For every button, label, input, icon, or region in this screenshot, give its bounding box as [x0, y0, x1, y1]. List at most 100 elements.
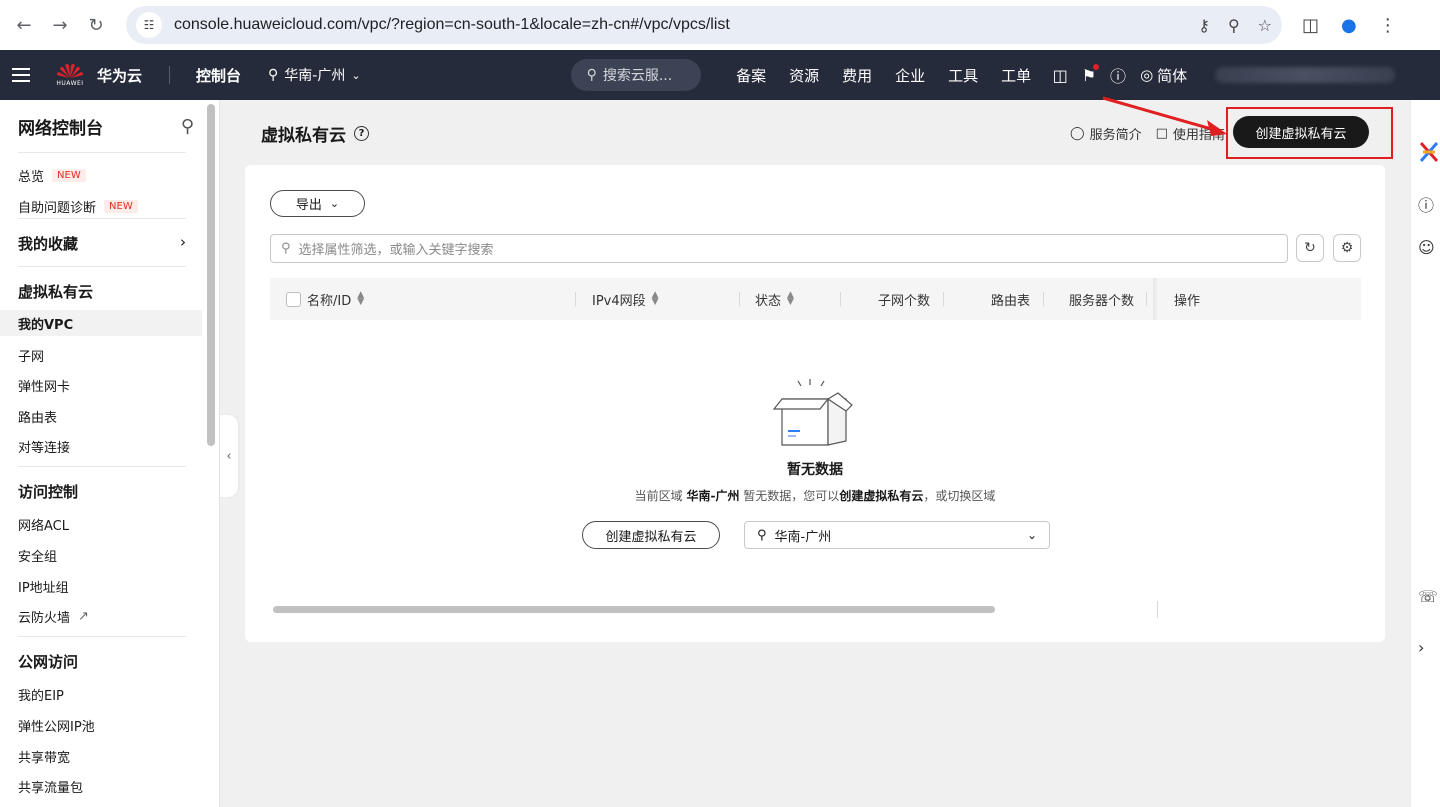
sidebar-item-bandwidth[interactable]: 共享带宽	[18, 747, 70, 766]
account-name-blurred[interactable]	[1215, 67, 1396, 83]
forward-icon[interactable]: →	[42, 7, 78, 43]
ai-assistant-icon[interactable]	[1418, 140, 1440, 164]
column-server-count: 服务器个数	[1069, 293, 1135, 309]
fixed-column-divider	[1157, 601, 1158, 618]
console-link[interactable]: 控制台	[196, 65, 241, 86]
eye-icon: ◯	[1070, 126, 1085, 141]
column-divider	[1043, 292, 1044, 306]
sidebar-divider	[18, 266, 186, 267]
filter-search-input[interactable]: ⚲ 选择属性筛选，或输入关键字搜索	[270, 234, 1288, 263]
sidebar-item-eni[interactable]: 弹性网卡	[18, 376, 70, 395]
zoom-icon[interactable]: ⚲	[1228, 16, 1240, 35]
top-menu-billing[interactable]: 费用	[831, 65, 884, 86]
extensions-icon[interactable]: ◫	[1302, 15, 1319, 36]
brand-name[interactable]: 华为云	[97, 65, 142, 86]
column-route-table: 路由表	[991, 293, 1031, 309]
notification-bell-icon[interactable]: ⚑	[1082, 63, 1100, 85]
select-all-checkbox[interactable]	[286, 291, 301, 307]
sidebar-item-security-group[interactable]: 安全组	[18, 546, 57, 565]
address-bar[interactable]: ☷ console.huaweicloud.com/vpc/?region=cn…	[126, 6, 1282, 44]
sidebar-item-eip[interactable]: 我的EIP	[18, 685, 64, 704]
table-horizontal-scrollbar[interactable]	[273, 606, 995, 613]
chevron-down-icon: ⌄	[1026, 528, 1037, 542]
refresh-button[interactable]: ↻	[1296, 234, 1324, 262]
sidebar-item-route-table[interactable]: 路由表	[18, 407, 57, 426]
cloud-shell-icon[interactable]: ◫	[1053, 66, 1068, 85]
settings-button[interactable]: ⚙	[1333, 234, 1361, 262]
empty-state: 暂无数据 当前区域 华南-广州 暂无数据，您可以创建虚拟私有云，或切换区域	[245, 375, 1385, 504]
sidebar-divider	[18, 636, 186, 637]
language-switch[interactable]: ◎ 简体	[1140, 65, 1187, 86]
menu-dots-icon[interactable]: ⋮	[1379, 15, 1397, 36]
location-pin-icon: ⚲	[268, 67, 279, 83]
column-actions: 操作	[1174, 293, 1201, 309]
refresh-icon: ↻	[1304, 240, 1316, 256]
bookmark-star-icon[interactable]: ☆	[1258, 16, 1272, 35]
sidebar-section-vpc: 虚拟私有云	[18, 283, 94, 301]
top-menu-enterprise[interactable]: 企业	[884, 65, 937, 86]
help-circle-icon[interactable]: ?	[354, 126, 369, 141]
export-label: 导出	[295, 198, 322, 213]
headset-support-icon[interactable]: ☏	[1418, 587, 1438, 606]
page-title: 虚拟私有云 ?	[261, 121, 369, 146]
annotation-arrow-icon	[1102, 96, 1227, 136]
logo-wordmark: HUAWEI	[56, 80, 84, 87]
top-menu-filing[interactable]: 备案	[725, 65, 778, 86]
sidebar-item-ip-group[interactable]: IP地址组	[18, 577, 69, 596]
empty-create-vpc-button[interactable]: 创建虚拟私有云	[582, 521, 720, 549]
site-info-icon[interactable]: ☷	[136, 12, 162, 38]
back-icon[interactable]: ←	[6, 7, 42, 43]
feedback-smile-icon[interactable]: ☺	[1418, 238, 1435, 257]
url-text[interactable]: console.huaweicloud.com/vpc/?region=cn-s…	[174, 16, 1198, 34]
sidebar-item-overview[interactable]: 总览 NEW	[18, 166, 86, 185]
column-subnet-count: 子网个数	[878, 293, 931, 309]
help-circle-icon[interactable]: ⓘ	[1418, 192, 1434, 216]
chevron-down-icon: ⌄	[329, 197, 340, 210]
sidebar-favorites[interactable]: 我的收藏 ›	[18, 233, 186, 254]
sidebar-divider	[18, 466, 186, 467]
sidebar: 网络控制台 ⚲ 总览 NEW 自助问题诊断 NEW 我的收藏 › 虚拟私有云 我…	[0, 100, 220, 807]
top-menu-tools[interactable]: 工具	[937, 65, 990, 86]
sidebar-item-peering[interactable]: 对等连接	[18, 437, 70, 456]
huawei-logo[interactable]: HUAWEI	[55, 63, 85, 87]
global-search-placeholder: 搜索云服...	[602, 68, 673, 84]
column-ipv4[interactable]: IPv4网段	[592, 290, 646, 309]
right-assistant-rail: ⓘ ☺ ☏ ›	[1410, 100, 1440, 807]
top-menu-tickets[interactable]: 工单	[990, 65, 1043, 86]
empty-desc-action[interactable]: 创建虚拟私有云	[839, 489, 923, 503]
reload-icon[interactable]: ↻	[78, 7, 114, 43]
sidebar-item-label: 云防火墙	[18, 611, 71, 626]
sidebar-section-access: 访问控制	[18, 483, 79, 501]
sidebar-item-acl[interactable]: 网络ACL	[18, 515, 69, 534]
sidebar-item-label: 总览	[18, 170, 45, 185]
sidebar-scrollbar[interactable]	[207, 104, 215, 446]
sidebar-item-firewall[interactable]: 云防火墙 ↗	[18, 607, 89, 626]
sidebar-item-traffic-pack[interactable]: 共享流量包	[18, 777, 83, 796]
top-menu: 备案 资源 费用 企业 工具 工单	[725, 65, 1043, 86]
global-search[interactable]: ⚲ 搜索云服...	[570, 59, 701, 91]
sort-icon[interactable]: ▲ ▼	[652, 291, 659, 307]
column-status[interactable]: 状态	[755, 290, 781, 309]
sidebar-item-subnet[interactable]: 子网	[18, 346, 44, 365]
column-name-id[interactable]: 名称/ID	[307, 290, 351, 309]
new-badge: NEW	[52, 169, 86, 182]
sort-icon[interactable]: ▲ ▼	[357, 291, 364, 307]
chevron-right-icon[interactable]: ›	[1418, 638, 1424, 657]
region-select-dropdown[interactable]: ⚲ 华南-广州 ⌄	[744, 521, 1050, 549]
export-button[interactable]: 导出 ⌄	[270, 190, 365, 217]
password-key-icon[interactable]: ⚷	[1198, 16, 1210, 35]
page-title-text: 虚拟私有云	[261, 126, 346, 146]
sidebar-collapse-handle[interactable]: ‹	[220, 415, 238, 497]
column-divider	[840, 292, 841, 306]
sidebar-item-my-vpc[interactable]: 我的VPC	[18, 314, 73, 333]
profile-icon[interactable]: ●	[1341, 15, 1357, 36]
top-menu-resources[interactable]: 资源	[778, 65, 831, 86]
sidebar-search-icon[interactable]: ⚲	[181, 116, 194, 137]
hamburger-menu-icon[interactable]	[12, 68, 30, 82]
sort-icon[interactable]: ▲ ▼	[787, 291, 794, 307]
sidebar-item-diagnosis[interactable]: 自助问题诊断 NEW	[18, 197, 138, 216]
region-selector[interactable]: ⚲ 华南-广州 ⌄	[268, 65, 361, 85]
column-divider	[575, 292, 576, 306]
help-icon[interactable]: ⓘ	[1110, 63, 1126, 87]
sidebar-item-eip-pool[interactable]: 弹性公网IP池	[18, 716, 95, 735]
